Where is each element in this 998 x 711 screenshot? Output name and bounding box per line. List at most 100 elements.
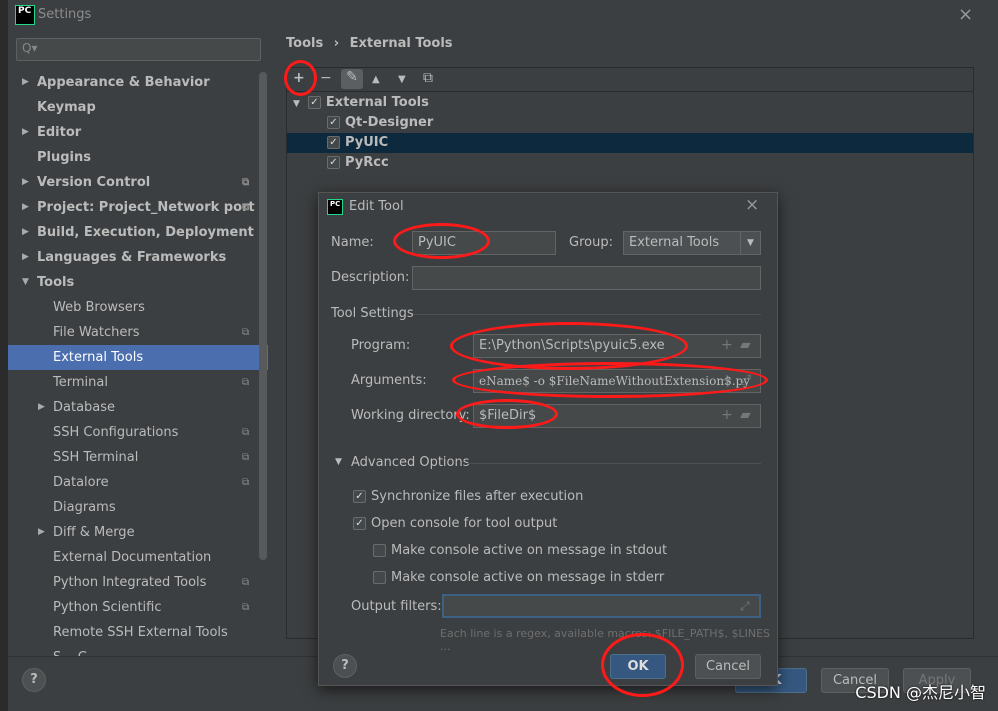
sidebar-item-label: Languages & Frameworks [37,250,227,265]
sidebar-item[interactable]: ▶ Project: Project_Network port ⧉ [8,195,268,220]
checkbox[interactable]: ✓ [327,136,340,149]
insert-macro-icon[interactable]: + [721,407,733,423]
dialog-title: Edit Tool [349,199,404,214]
sidebar-item[interactable]: Web Browsers [8,295,268,320]
sidebar-item[interactable]: External Documentation [8,545,268,570]
sidebar-item[interactable]: ▶ Diff & Merge [8,520,268,545]
expand-icon[interactable]: ⤢ [740,372,751,388]
arguments-label: Arguments: [351,373,427,388]
remove-icon[interactable]: − [320,70,332,86]
window-title: Settings [38,7,92,22]
expand-arrow-icon[interactable]: ▶ [22,170,29,195]
sidebar-item[interactable]: Diagrams [8,495,268,520]
add-icon[interactable]: + [293,70,305,86]
sidebar-item-label: Project: Project_Network port [37,200,255,215]
checkbox[interactable]: ✓ [327,156,340,169]
insert-macro-icon[interactable]: + [721,372,733,388]
folder-icon[interactable]: ▰ [740,337,751,353]
sidebar-item-label: External Tools [53,350,144,365]
project-scope-icon: ⧉ [242,477,250,488]
sidebar-item[interactable]: File Watchers ⧉ [8,320,268,345]
help-button[interactable]: ? [333,654,357,678]
option-checkbox[interactable]: Make console active on message in stdout [373,543,667,558]
sidebar-item[interactable]: ▶ Build, Execution, Deployment [8,220,268,245]
expand-arrow-icon[interactable]: ▶ [38,395,45,420]
checkbox[interactable]: ✓ [353,517,366,530]
copy-icon[interactable]: ⧉ [423,70,433,86]
sidebar-item-label: Remote SSH External Tools [53,625,228,640]
tool-settings-heading: Tool Settings [331,306,414,321]
group-select[interactable]: External Tools ▼ [623,231,761,255]
sidebar-item-label: Web Browsers [53,300,145,315]
move-down-icon[interactable]: ▼ [398,74,406,85]
sidebar-item[interactable]: ▶ Database [8,395,268,420]
sidebar-scrollbar[interactable] [259,72,267,560]
help-button[interactable]: ? [22,668,46,692]
expand-arrow-icon[interactable]: ▶ [22,195,29,220]
folder-icon[interactable]: ▰ [740,407,751,423]
collapse-arrow-icon[interactable]: ▼ [335,457,342,467]
collapse-arrow-icon[interactable]: ▼ [293,99,300,109]
sidebar-item[interactable]: Python Scientific ⧉ [8,595,268,620]
sidebar-item[interactable]: ▶ Version Control ⧉ [8,170,268,195]
move-up-icon[interactable]: ▲ [372,74,380,85]
sidebar-item-label: Database [53,400,116,415]
program-input[interactable]: E:\Python\Scripts\pyuic5.exe [473,334,761,358]
expand-arrow-icon[interactable]: ▶ [38,520,45,545]
sidebar-item-label: Terminal [53,375,108,390]
dialog-ok-button[interactable]: OK [610,654,666,679]
sidebar-item[interactable]: ▶ Languages & Frameworks [8,245,268,270]
sidebar-item[interactable]: Terminal ⧉ [8,370,268,395]
name-input[interactable]: PyUIC [412,231,556,255]
checkbox[interactable]: ✓ [353,490,366,503]
option-checkbox[interactable]: ✓ Open console for tool output [353,516,557,531]
sidebar-item[interactable]: ▶ Appearance & Behavior [8,70,268,95]
expand-arrow-icon[interactable]: ▼ [22,270,29,295]
sidebar-item-label: Datalore [53,475,109,490]
insert-macro-icon[interactable]: + [721,337,733,353]
checkbox[interactable] [373,571,386,584]
tree-row[interactable]: ✓ PyUIC [287,133,973,153]
checkbox[interactable] [373,544,386,557]
sidebar-item[interactable]: External Tools [8,345,268,370]
description-label: Description: [331,270,410,285]
breadcrumb-current: External Tools [349,36,453,51]
pycharm-logo: PC [15,5,35,25]
tree-row[interactable]: ✓ Qt-Designer [287,113,973,133]
option-checkbox[interactable]: ✓ Synchronize files after execution [353,489,583,504]
tree-row[interactable]: ✓ PyRcc [287,153,973,173]
expand-arrow-icon[interactable]: ▶ [22,70,29,95]
advanced-options-heading[interactable]: Advanced Options [351,455,470,470]
close-icon[interactable]: × [958,4,973,25]
search-input[interactable]: Q▾ [16,38,261,61]
breadcrumb-parent[interactable]: Tools [286,36,323,51]
sidebar-item[interactable]: Datalore ⧉ [8,470,268,495]
output-filters-input[interactable] [442,594,761,618]
edit-icon[interactable]: ✎ [341,69,363,89]
expand-icon[interactable]: ⤢ [740,599,750,614]
close-icon[interactable]: × [745,195,759,215]
expand-arrow-icon[interactable]: ▶ [22,245,29,270]
expand-arrow-icon[interactable]: ▶ [22,120,29,145]
checkbox[interactable]: ✓ [307,96,321,109]
dialog-cancel-button[interactable]: Cancel [695,654,761,679]
sidebar-item[interactable]: Remote SSH External Tools [8,620,268,645]
sidebar-item-label: Tools [37,275,75,290]
expand-arrow-icon[interactable]: ▶ [22,220,29,245]
option-checkbox[interactable]: Make console active on message in stderr [373,570,664,585]
sidebar-item-label: SSH Terminal [53,450,139,465]
group-value: External Tools [629,235,720,250]
description-input[interactable] [412,266,761,290]
sidebar-item[interactable]: Plugins [8,145,268,170]
sidebar-item[interactable]: ▼ Tools [8,270,268,295]
checkbox[interactable]: ✓ [327,116,340,129]
sidebar-item[interactable]: SSH Configurations ⧉ [8,420,268,445]
sidebar-item[interactable]: ▶ Editor [8,120,268,145]
sidebar-item[interactable]: SSH Terminal ⧉ [8,445,268,470]
working-directory-input[interactable]: $FileDir$ [473,404,761,428]
sidebar-item[interactable]: Keymap [8,95,268,120]
sidebar-item[interactable]: Python Integrated Tools ⧉ [8,570,268,595]
arguments-input[interactable]: eName$ -o $FileNameWithoutExtension$.py [473,369,761,393]
tree-row[interactable]: ▼ ✓ External Tools [287,93,973,113]
ide-background [0,0,8,711]
